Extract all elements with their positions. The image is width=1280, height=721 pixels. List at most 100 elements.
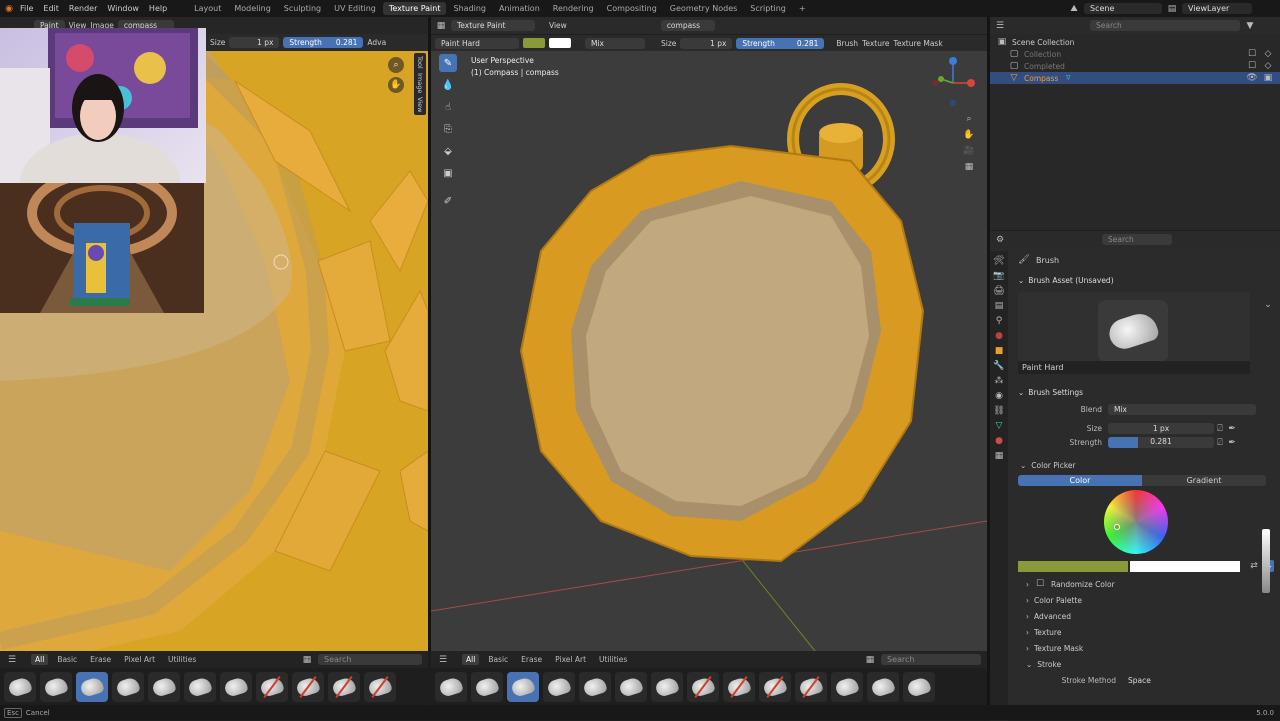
- modifier-tab-icon[interactable]: 🔧: [993, 360, 1005, 372]
- viewport-strength-field[interactable]: Strength 0.281: [736, 37, 825, 49]
- tool-tab-icon[interactable]: 🛠: [993, 255, 1005, 267]
- gradient-tab[interactable]: Gradient: [1142, 475, 1266, 486]
- brush-asset[interactable]: [903, 671, 935, 702]
- brush-asset[interactable]: [471, 671, 503, 702]
- stroke-panel[interactable]: ⌄ Stroke: [1012, 656, 1278, 672]
- menu-file[interactable]: File: [15, 4, 38, 13]
- display-settings-icon[interactable]: ▦: [864, 654, 876, 666]
- outliner-item-compass[interactable]: ▽ Compass ▿ 👁 ▣: [990, 72, 1280, 84]
- brush-strength-field[interactable]: 0.281: [1108, 437, 1214, 448]
- menu-edit[interactable]: Edit: [38, 4, 64, 13]
- ortho-toggle-icon[interactable]: ▦: [963, 161, 975, 173]
- shelf-tab-pixel-art[interactable]: Pixel Art: [120, 654, 159, 665]
- color-picker-header[interactable]: ⌄ Color Picker: [1012, 457, 1278, 473]
- shelf-tab-erase[interactable]: Erase: [86, 654, 115, 665]
- physics-tab-icon[interactable]: ◉: [993, 390, 1005, 402]
- shelf-tab-pixel-art[interactable]: Pixel Art: [551, 654, 590, 665]
- exclude-checkbox-icon[interactable]: ☐: [1246, 60, 1258, 72]
- secondary-color-swatch[interactable]: [549, 38, 571, 48]
- eraser-brush-asset[interactable]: [328, 671, 360, 702]
- stroke-method-dropdown[interactable]: Space: [1122, 675, 1258, 686]
- add-workspace-button[interactable]: +: [793, 2, 812, 15]
- outliner-scene-collection[interactable]: ▣ Scene Collection: [990, 36, 1280, 48]
- brush-size-field[interactable]: 1 px: [1108, 423, 1214, 434]
- texture-mask-panel[interactable]: › Texture Mask: [1012, 640, 1278, 656]
- color-wheel-cursor[interactable]: [1114, 524, 1120, 530]
- data-tab-icon[interactable]: ▽: [993, 420, 1005, 432]
- brush-selector[interactable]: Paint Hard: [435, 37, 519, 49]
- color-wheel[interactable]: [1104, 490, 1168, 554]
- eraser-brush-asset[interactable]: [795, 671, 827, 702]
- color-palette-panel[interactable]: › Color Palette: [1012, 592, 1278, 608]
- tab-geometry-nodes[interactable]: Geometry Nodes: [664, 2, 743, 15]
- eraser-brush-asset[interactable]: [687, 671, 719, 702]
- properties-search[interactable]: Search: [1102, 234, 1172, 245]
- brush-asset[interactable]: [220, 671, 252, 702]
- brush-asset[interactable]: [435, 671, 467, 702]
- advanced-menu[interactable]: Adva: [367, 38, 386, 47]
- scene-selector[interactable]: Scene: [1084, 3, 1162, 14]
- shelf-tab-basic[interactable]: Basic: [484, 654, 512, 665]
- primary-color-swatch[interactable]: [523, 38, 545, 48]
- display-settings-icon[interactable]: ▦: [301, 654, 313, 666]
- view-layer-tab-icon[interactable]: ▤: [993, 300, 1005, 312]
- texture-panel[interactable]: › Texture: [1012, 624, 1278, 640]
- shelf-tab-basic[interactable]: Basic: [53, 654, 81, 665]
- eraser-brush-asset[interactable]: [292, 671, 324, 702]
- eraser-brush-asset[interactable]: [723, 671, 755, 702]
- outliner-item-collection[interactable]: ▢ Collection ☐ ◇: [990, 48, 1280, 60]
- brush-asset[interactable]: [112, 671, 144, 702]
- shelf-menu-icon[interactable]: ☰: [437, 654, 449, 666]
- constraints-tab-icon[interactable]: ⛓: [993, 405, 1005, 417]
- outliner-item-completed[interactable]: ▢ Completed ☐ ◇: [990, 60, 1280, 72]
- pressure-toggle-icon[interactable]: ⍁: [1214, 423, 1226, 435]
- viewport-view-menu[interactable]: View: [549, 21, 567, 30]
- texture-tab-icon[interactable]: ▦: [993, 450, 1005, 462]
- visibility-icon[interactable]: ◇: [1262, 60, 1274, 72]
- color-tab[interactable]: Color: [1018, 475, 1142, 486]
- filter-icon[interactable]: ▼: [1244, 20, 1256, 32]
- brush-menu[interactable]: Brush: [836, 39, 858, 48]
- side-tab-tool[interactable]: Tool: [416, 56, 424, 69]
- view-layer-selector[interactable]: ViewLayer: [1182, 3, 1252, 14]
- asset-menu-chevron-icon[interactable]: ⌄: [1262, 299, 1274, 311]
- randomize-color-row[interactable]: › ☐ Randomize Color: [1012, 576, 1278, 592]
- object-tab-icon[interactable]: ■: [993, 345, 1005, 357]
- primary-color-bar[interactable]: [1018, 560, 1128, 572]
- brush-asset[interactable]: [543, 671, 575, 702]
- particles-tab-icon[interactable]: ⁂: [993, 375, 1005, 387]
- properties-editor-icon[interactable]: ⚙: [994, 234, 1006, 246]
- brush-asset[interactable]: [40, 671, 72, 702]
- outliner-search[interactable]: Search: [1090, 20, 1240, 31]
- material-tab-icon[interactable]: ●: [993, 435, 1005, 447]
- texture-mask-menu[interactable]: Texture Mask: [894, 39, 943, 48]
- side-tab-view[interactable]: View: [416, 97, 424, 112]
- side-tab-image[interactable]: Image: [416, 73, 424, 93]
- brush-asset-paint-hard[interactable]: [507, 671, 539, 702]
- shelf-search[interactable]: Search: [881, 654, 981, 665]
- brush-asset[interactable]: [184, 671, 216, 702]
- shelf-tab-utilities[interactable]: Utilities: [595, 654, 631, 665]
- tab-compositing[interactable]: Compositing: [601, 2, 663, 15]
- viewport-size-field[interactable]: 1 px: [680, 37, 733, 49]
- texture-menu[interactable]: Texture: [862, 39, 889, 48]
- mode-dropdown[interactable]: Texture Paint: [451, 20, 535, 31]
- pressure-toggle-icon[interactable]: ⍁: [1214, 437, 1226, 449]
- tab-texture-paint[interactable]: Texture Paint: [382, 2, 447, 15]
- shelf-tab-utilities[interactable]: Utilities: [164, 654, 200, 665]
- menu-window[interactable]: Window: [102, 4, 144, 13]
- brush-asset[interactable]: [831, 671, 863, 702]
- brush-asset[interactable]: [579, 671, 611, 702]
- tab-rendering[interactable]: Rendering: [547, 2, 600, 15]
- brush-asset[interactable]: [4, 671, 36, 702]
- tab-layout[interactable]: Layout: [188, 2, 227, 15]
- eraser-brush-asset[interactable]: [364, 671, 396, 702]
- scene-tab-icon[interactable]: ⚲: [993, 315, 1005, 327]
- brush-asset-preview[interactable]: Paint Hard: [1018, 292, 1250, 374]
- camera-render-icon[interactable]: ▣: [1262, 72, 1274, 84]
- brush-settings-panel-header[interactable]: ⌄ Brush Settings: [1012, 384, 1278, 400]
- pan-hand-icon[interactable]: ✋: [388, 77, 404, 93]
- value-slider[interactable]: [1262, 529, 1270, 593]
- exclude-checkbox-icon[interactable]: ☐: [1246, 48, 1258, 60]
- size-field[interactable]: 1 px: [229, 37, 280, 48]
